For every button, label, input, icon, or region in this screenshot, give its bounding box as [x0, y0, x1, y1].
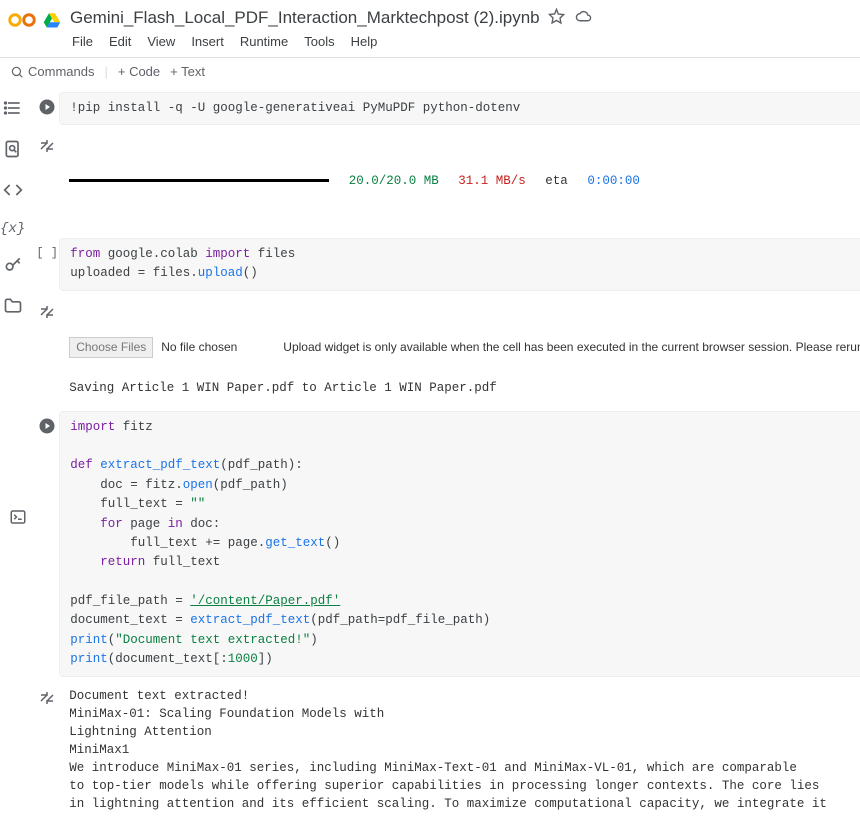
menu-bar: File Edit View Insert Runtime Tools Help	[70, 28, 848, 57]
code-editor[interactable]: import fitz def extract_pdf_text(pdf_pat…	[59, 411, 860, 677]
add-code-button[interactable]: + Code	[118, 64, 160, 79]
stdout-text: Document text extracted! MiniMax-01: Sca…	[59, 683, 860, 818]
menu-insert[interactable]: Insert	[191, 34, 224, 49]
app-header: Gemini_Flash_Local_PDF_Interaction_Markt…	[0, 0, 860, 58]
code-editor[interactable]: !pip install -q -U google-generativeai P…	[59, 92, 860, 125]
secrets-icon[interactable]	[3, 255, 23, 278]
code-snippets-icon[interactable]	[3, 180, 23, 203]
upload-warning: Upload widget is only available when the…	[283, 339, 860, 356]
code-cell[interactable]: import fitz def extract_pdf_text(pdf_pat…	[35, 411, 860, 677]
notebook-title[interactable]: Gemini_Flash_Local_PDF_Interaction_Markt…	[70, 8, 540, 28]
left-sidebar: {x}	[0, 86, 25, 823]
variables-icon[interactable]: {x}	[0, 221, 25, 237]
output-toggle-icon[interactable]	[35, 683, 59, 707]
execution-count: [ ]	[36, 244, 58, 260]
code-cell[interactable]: !pip install -q -U google-generativeai P…	[35, 92, 860, 125]
files-icon[interactable]	[3, 296, 23, 319]
toc-icon[interactable]	[3, 98, 23, 121]
find-icon[interactable]	[3, 139, 23, 162]
cloud-icon[interactable]	[575, 8, 592, 28]
code-cell[interactable]: [ ] from google.colab import files uploa…	[35, 238, 860, 291]
menu-edit[interactable]: Edit	[109, 34, 131, 49]
progress-bar	[69, 179, 329, 182]
menu-view[interactable]: View	[147, 34, 175, 49]
run-cell-button[interactable]	[35, 411, 59, 435]
choose-files-button: Choose Files	[69, 337, 153, 358]
progress-eta: 0:00:00	[587, 172, 640, 190]
commands-label: Commands	[28, 64, 94, 79]
code-editor[interactable]: from google.colab import files uploaded …	[59, 238, 860, 291]
drive-logo-icon	[42, 11, 62, 32]
progress-done: 20.0/20.0 MB	[349, 172, 439, 190]
cell-output: Choose Files No file chosen Upload widge…	[35, 297, 860, 401]
cell-output: Document text extracted! MiniMax-01: Sca…	[35, 683, 860, 818]
notebook-area: !pip install -q -U google-generativeai P…	[25, 86, 860, 823]
save-message: Saving Article 1 WIN Paper.pdf to Articl…	[69, 381, 497, 395]
menu-help[interactable]: Help	[351, 34, 378, 49]
commands-button[interactable]: Commands	[10, 64, 94, 79]
output-toggle-icon[interactable]	[35, 297, 59, 321]
add-text-button[interactable]: + Text	[170, 64, 205, 79]
terminal-icon[interactable]	[0, 502, 36, 532]
run-cell-button[interactable]	[35, 92, 59, 116]
menu-tools[interactable]: Tools	[304, 34, 334, 49]
output-toggle-icon[interactable]	[35, 131, 59, 155]
file-chosen-label: No file chosen	[161, 339, 237, 356]
colab-logo-icon	[8, 10, 36, 33]
progress-eta-label: eta	[545, 172, 568, 190]
progress-rate: 31.1 MB/s	[458, 172, 526, 190]
toolbar: Commands | + Code + Text	[0, 58, 860, 86]
cell-output: 20.0/20.0 MB 31.1 MB/s eta 0:00:00	[35, 131, 860, 230]
star-icon[interactable]	[548, 8, 565, 28]
menu-file[interactable]: File	[72, 34, 93, 49]
menu-runtime[interactable]: Runtime	[240, 34, 288, 49]
